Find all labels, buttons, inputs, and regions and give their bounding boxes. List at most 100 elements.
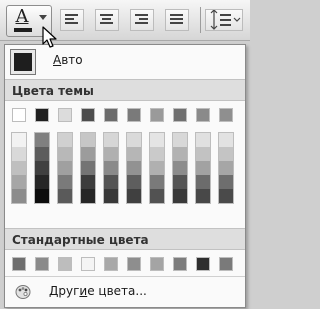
theme-shade-column <box>149 132 165 204</box>
theme-shade-swatch[interactable] <box>219 161 233 175</box>
theme-shade-swatch[interactable] <box>127 175 141 189</box>
theme-shade-swatch[interactable] <box>219 189 233 203</box>
theme-shade-swatch[interactable] <box>58 161 72 175</box>
chevron-down-icon[interactable] <box>39 15 47 20</box>
theme-shade-swatch[interactable] <box>173 133 187 147</box>
standard-color-swatch[interactable] <box>81 257 95 271</box>
font-color-current-bar <box>14 28 32 32</box>
more-colors-option[interactable]: Другие цвета... <box>5 276 245 307</box>
theme-shade-swatch[interactable] <box>35 147 49 161</box>
justify-button[interactable] <box>165 9 189 31</box>
standard-color-swatch[interactable] <box>196 257 210 271</box>
theme-color-swatch[interactable] <box>127 108 141 122</box>
align-left-button[interactable] <box>60 9 84 31</box>
toolbar-divider <box>200 7 201 33</box>
theme-shade-column <box>57 132 73 204</box>
theme-shade-swatch[interactable] <box>196 133 210 147</box>
theme-color-swatch[interactable] <box>104 108 118 122</box>
theme-shade-swatch[interactable] <box>81 133 95 147</box>
theme-shade-swatch[interactable] <box>58 133 72 147</box>
theme-shade-swatch[interactable] <box>81 147 95 161</box>
theme-shade-swatch[interactable] <box>104 161 118 175</box>
theme-shade-swatch[interactable] <box>81 175 95 189</box>
theme-shade-swatch[interactable] <box>219 147 233 161</box>
theme-shade-swatch[interactable] <box>35 133 49 147</box>
theme-shade-column <box>34 132 50 204</box>
theme-shade-swatch[interactable] <box>219 175 233 189</box>
theme-shade-swatch[interactable] <box>173 161 187 175</box>
standard-color-swatch[interactable] <box>173 257 187 271</box>
theme-shade-swatch[interactable] <box>35 189 49 203</box>
theme-shade-swatch[interactable] <box>150 161 164 175</box>
theme-shade-swatch[interactable] <box>196 161 210 175</box>
justify-icon <box>170 14 183 16</box>
line-spacing-button[interactable] <box>205 9 243 31</box>
auto-color-hotkey: А <box>53 53 62 67</box>
standard-colors-header: Стандартные цвета <box>5 228 245 250</box>
theme-shade-swatch[interactable] <box>127 147 141 161</box>
theme-shade-swatch[interactable] <box>12 147 26 161</box>
theme-color-swatch[interactable] <box>219 108 233 122</box>
standard-color-swatch[interactable] <box>35 257 49 271</box>
theme-shade-swatch[interactable] <box>58 189 72 203</box>
theme-shade-column <box>195 132 211 204</box>
standard-color-swatch[interactable] <box>12 257 26 271</box>
mouse-pointer-icon <box>42 26 57 48</box>
theme-shade-swatch[interactable] <box>196 175 210 189</box>
theme-shade-swatch[interactable] <box>127 189 141 203</box>
theme-colors-header: Цвета темы <box>5 79 245 101</box>
theme-shade-column <box>11 132 27 204</box>
standard-color-swatch[interactable] <box>104 257 118 271</box>
theme-shade-swatch[interactable] <box>12 175 26 189</box>
standard-color-swatch[interactable] <box>150 257 164 271</box>
theme-shade-swatch[interactable] <box>104 189 118 203</box>
line-spacing-icon <box>210 9 241 30</box>
theme-shade-column <box>218 132 234 204</box>
theme-shade-swatch[interactable] <box>173 147 187 161</box>
theme-shade-swatch[interactable] <box>173 175 187 189</box>
align-left-icon <box>65 14 78 16</box>
theme-shade-swatch[interactable] <box>12 133 26 147</box>
font-color-picker-screenshot: A Авто Цвета темы Стандартные цвета Друг… <box>0 0 250 309</box>
theme-shade-swatch[interactable] <box>127 133 141 147</box>
align-center-icon <box>100 14 113 16</box>
theme-shade-swatch[interactable] <box>104 147 118 161</box>
auto-color-option[interactable]: Авто <box>5 45 245 77</box>
theme-shade-swatch[interactable] <box>35 175 49 189</box>
theme-shade-swatch[interactable] <box>104 175 118 189</box>
theme-color-swatch[interactable] <box>35 108 49 122</box>
theme-shade-swatch[interactable] <box>58 147 72 161</box>
theme-shade-swatch[interactable] <box>150 175 164 189</box>
standard-color-swatch[interactable] <box>127 257 141 271</box>
theme-color-swatch[interactable] <box>196 108 210 122</box>
theme-color-swatch[interactable] <box>173 108 187 122</box>
theme-shade-swatch[interactable] <box>127 161 141 175</box>
theme-color-swatch[interactable] <box>81 108 95 122</box>
theme-shade-swatch[interactable] <box>150 189 164 203</box>
theme-shade-swatch[interactable] <box>150 133 164 147</box>
theme-color-swatch[interactable] <box>58 108 72 122</box>
standard-color-swatch[interactable] <box>58 257 72 271</box>
theme-shade-swatch[interactable] <box>104 133 118 147</box>
auto-color-label: Авто <box>53 53 83 67</box>
theme-shade-swatch[interactable] <box>173 189 187 203</box>
standard-color-swatch[interactable] <box>219 257 233 271</box>
align-right-button[interactable] <box>130 9 154 31</box>
theme-color-swatch[interactable] <box>150 108 164 122</box>
theme-shade-swatch[interactable] <box>81 189 95 203</box>
theme-shade-swatch[interactable] <box>35 161 49 175</box>
theme-shade-swatch[interactable] <box>196 189 210 203</box>
theme-shade-column <box>103 132 119 204</box>
auto-color-swatch <box>14 53 32 71</box>
theme-shade-swatch[interactable] <box>81 161 95 175</box>
theme-color-swatch[interactable] <box>12 108 26 122</box>
theme-shade-swatch[interactable] <box>219 133 233 147</box>
theme-shade-swatch[interactable] <box>196 147 210 161</box>
ribbon-toolbar: A <box>0 0 250 41</box>
theme-shade-swatch[interactable] <box>58 175 72 189</box>
align-right-icon <box>135 14 148 16</box>
theme-shade-swatch[interactable] <box>12 161 26 175</box>
theme-shade-swatch[interactable] <box>12 189 26 203</box>
theme-shade-swatch[interactable] <box>150 147 164 161</box>
align-center-button[interactable] <box>95 9 119 31</box>
